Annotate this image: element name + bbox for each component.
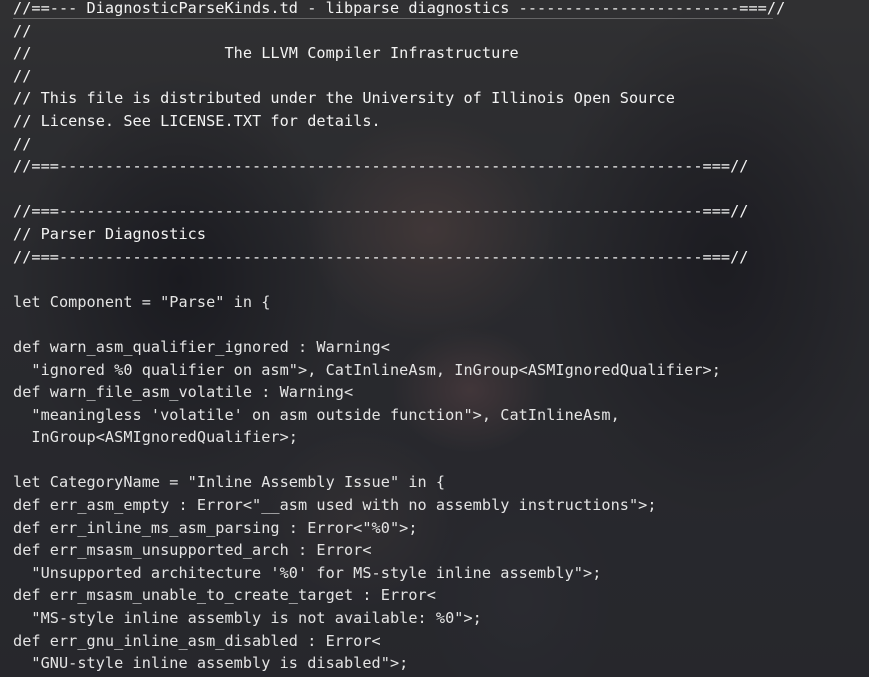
code-line[interactable]: // bbox=[13, 20, 869, 43]
code-line[interactable]: "MS-style inline assembly is not availab… bbox=[13, 607, 869, 630]
code-line[interactable]: def err_asm_empty : Error<"__asm used wi… bbox=[13, 494, 869, 517]
code-line[interactable]: "ignored %0 qualifier on asm">, CatInlin… bbox=[13, 359, 869, 382]
code-line[interactable] bbox=[13, 449, 869, 472]
first-line-underline bbox=[13, 18, 773, 19]
code-line[interactable]: let Component = "Parse" in { bbox=[13, 291, 869, 314]
code-line[interactable]: // Parser Diagnostics bbox=[13, 223, 869, 246]
code-line[interactable] bbox=[13, 313, 869, 336]
code-line[interactable]: //==--- DiagnosticParseKinds.td - libpar… bbox=[13, 0, 869, 20]
code-line[interactable]: "Unsupported architecture '%0' for MS-st… bbox=[13, 562, 869, 585]
code-line[interactable]: def err_msasm_unsupported_arch : Error< bbox=[13, 539, 869, 562]
code-line[interactable]: //===-----------------------------------… bbox=[13, 200, 869, 223]
code-line[interactable]: def warn_file_asm_volatile : Warning< bbox=[13, 381, 869, 404]
code-editor[interactable]: //==--- DiagnosticParseKinds.td - libpar… bbox=[13, 0, 869, 677]
code-line[interactable]: // This file is distributed under the Un… bbox=[13, 87, 869, 110]
code-line[interactable] bbox=[13, 178, 869, 201]
code-line[interactable]: InGroup<ASMIgnoredQualifier>; bbox=[13, 426, 869, 449]
code-line[interactable] bbox=[13, 268, 869, 291]
code-line[interactable]: // bbox=[13, 65, 869, 88]
code-line[interactable]: // bbox=[13, 133, 869, 156]
code-line[interactable]: def warn_asm_qualifier_ignored : Warning… bbox=[13, 336, 869, 359]
code-line[interactable]: let CategoryName = "Inline Assembly Issu… bbox=[13, 471, 869, 494]
code-line[interactable]: "meaningless 'volatile' on asm outside f… bbox=[13, 404, 869, 427]
code-line[interactable]: // The LLVM Compiler Infrastructure bbox=[13, 42, 869, 65]
code-line[interactable]: def err_msasm_unable_to_create_target : … bbox=[13, 584, 869, 607]
code-line[interactable]: def err_gnu_inline_asm_disabled : Error< bbox=[13, 630, 869, 653]
code-line[interactable]: def err_inline_ms_asm_parsing : Error<"%… bbox=[13, 517, 869, 540]
code-line[interactable]: //===-----------------------------------… bbox=[13, 155, 869, 178]
code-line[interactable]: "GNU-style inline assembly is disabled">… bbox=[13, 652, 869, 675]
code-line[interactable]: // License. See LICENSE.TXT for details. bbox=[13, 110, 869, 133]
code-line[interactable]: //===-----------------------------------… bbox=[13, 246, 869, 269]
